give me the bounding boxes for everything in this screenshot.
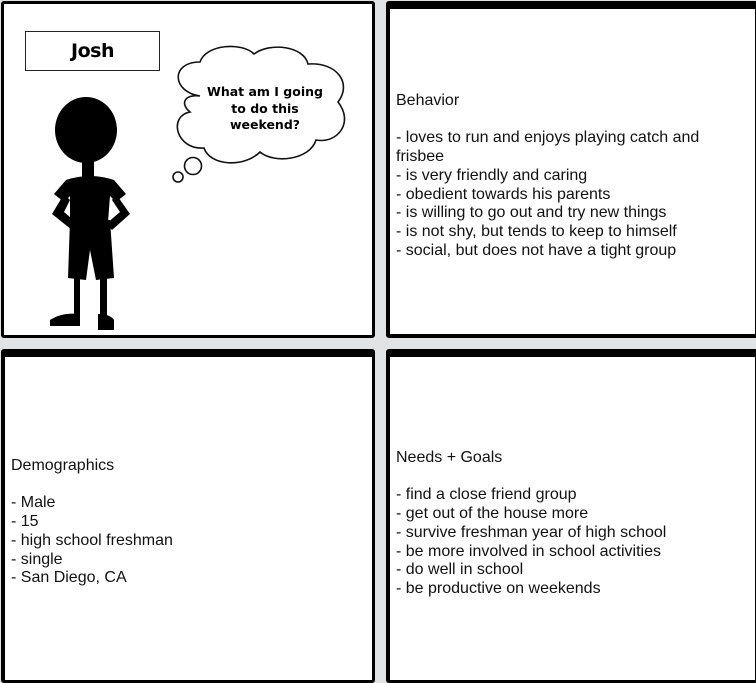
needs-goals-item: - survive freshman year of high school xyxy=(396,523,667,541)
demographics-item: - Male xyxy=(11,494,56,512)
demographics-heading: Demographics xyxy=(11,457,115,474)
behavior-item: - social, but does not have a tight grou… xyxy=(396,241,677,259)
needs-goals-text: Needs + Goals - find a close friend grou… xyxy=(396,449,749,599)
needs-goals-item: - do well in school xyxy=(396,561,524,579)
behavior-panel: Behavior - loves to run and enjoys playi… xyxy=(386,1,756,338)
demographics-item: - 15 xyxy=(11,513,39,531)
character-illustration xyxy=(50,45,346,330)
needs-goals-item: - be productive on weekends xyxy=(396,579,601,597)
needs-goals-item: - be more involved in school activities xyxy=(396,542,662,560)
behavior-item: - loves to run and enjoys playing catch … xyxy=(396,129,700,166)
behavior-heading: Behavior xyxy=(396,92,460,109)
demographics-panel: Demographics - Male - 15 - high school f… xyxy=(1,349,375,683)
demographics-text: Demographics - Male - 15 - high school f… xyxy=(11,457,366,588)
needs-goals-heading: Needs + Goals xyxy=(396,449,503,466)
behavior-item: - obedient towards his parents xyxy=(396,185,611,203)
behavior-item: - is not shy, but tends to keep to himse… xyxy=(396,222,677,240)
needs-goals-item: - find a close friend group xyxy=(396,486,577,504)
behavior-item: - is very friendly and caring xyxy=(396,166,588,184)
demographics-item: - high school freshman xyxy=(11,531,173,549)
needs-goals-panel: Needs + Goals - find a close friend grou… xyxy=(386,349,756,683)
behavior-text: Behavior - loves to run and enjoys playi… xyxy=(396,92,749,260)
thought-bubble-text: What am I going to do this weekend? xyxy=(207,84,323,132)
behavior-item: - is willing to go out and try new thing… xyxy=(396,204,667,222)
demographics-item: - San Diego, CA xyxy=(11,569,127,587)
demographics-item: - single xyxy=(11,550,63,568)
character-panel: Josh What am I going to do this weekend? xyxy=(1,1,375,338)
needs-goals-item: - get out of the house more xyxy=(396,505,589,523)
boy-silhouette xyxy=(50,97,130,330)
